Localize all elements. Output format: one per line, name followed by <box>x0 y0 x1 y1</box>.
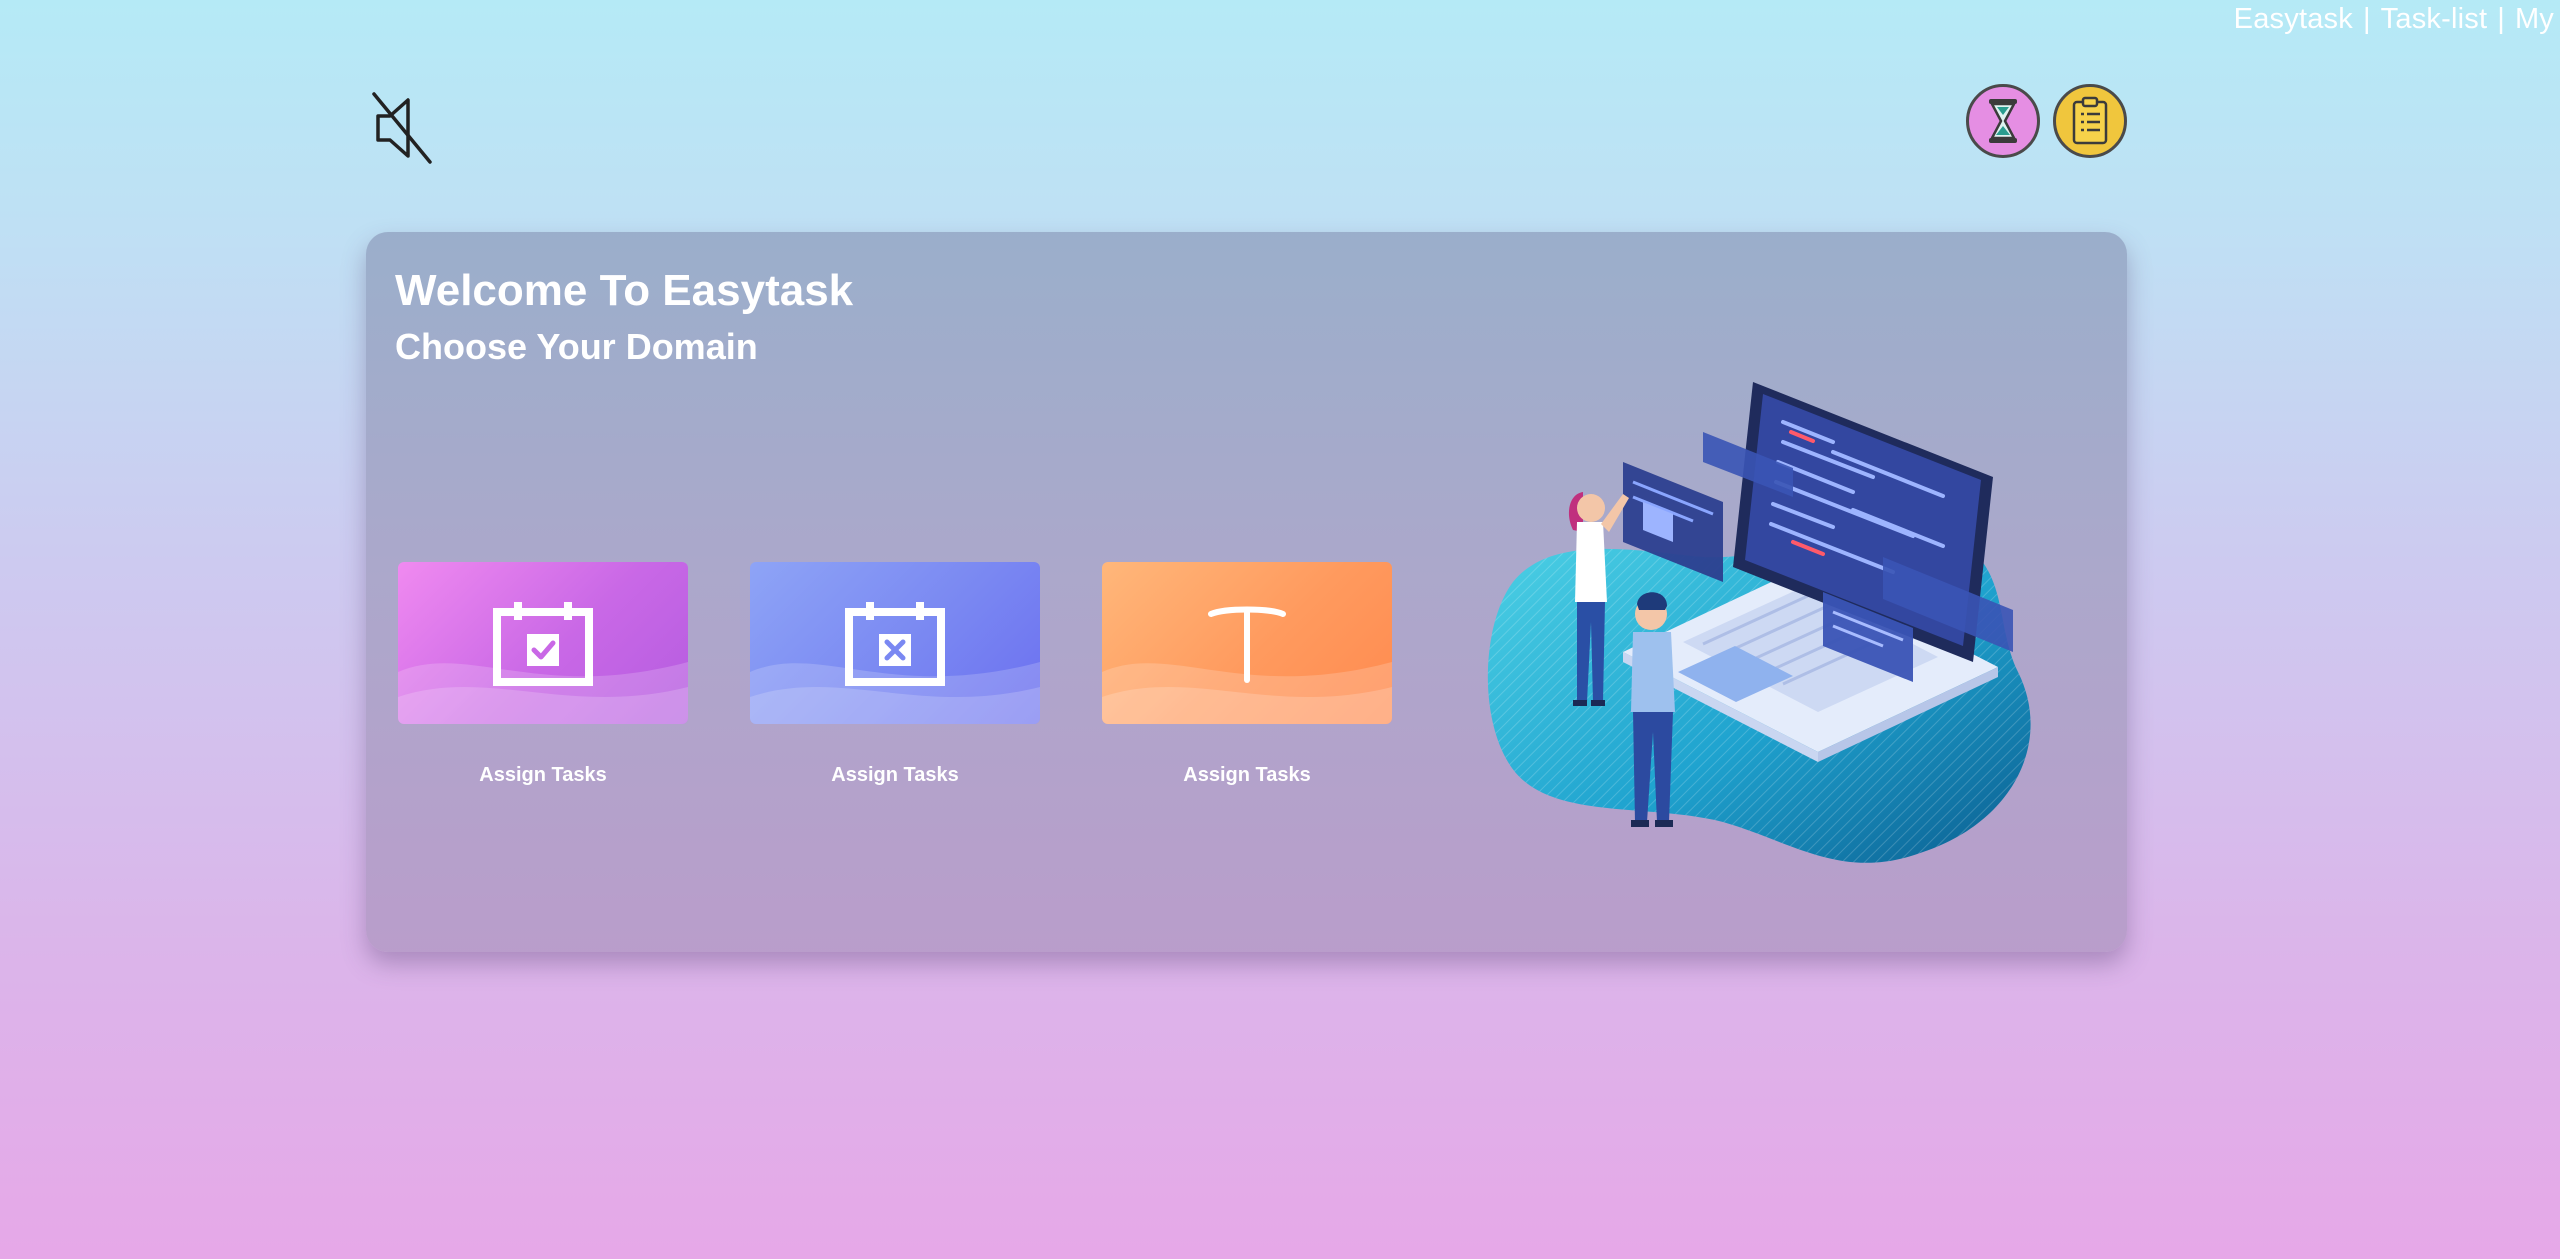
assign-tasks-label[interactable]: Assign Tasks <box>398 764 688 787</box>
domain-option-1[interactable]: Assign Tasks <box>398 562 688 787</box>
domain-tile-3[interactable] <box>1102 562 1392 724</box>
clipboard-icon <box>2072 96 2108 145</box>
nav-separator: | <box>2362 3 2371 35</box>
nav-link-task-list[interactable]: Task-list <box>2381 3 2488 35</box>
domain-tile-2[interactable] <box>750 562 1040 724</box>
domain-card: Welcome To Easytask Choose Your Domain A… <box>366 232 2127 952</box>
domain-option-2[interactable]: Assign Tasks <box>750 562 1040 787</box>
calendar-check-icon <box>493 602 593 686</box>
tasklist-button[interactable] <box>2053 84 2127 158</box>
top-nav: Easytask | Task-list | My <box>2234 3 2554 36</box>
domain-tile-1[interactable] <box>398 562 688 724</box>
laptop-workers-illustration <box>1473 382 2073 902</box>
assign-tasks-label[interactable]: Assign Tasks <box>750 764 1040 787</box>
welcome-title: Welcome To Easytask <box>395 266 854 315</box>
calendar-cross-icon <box>845 602 945 686</box>
nav-link-my[interactable]: My <box>2515 3 2554 35</box>
text-t-icon <box>1208 606 1286 683</box>
timer-button[interactable] <box>1966 84 2040 158</box>
assign-tasks-label[interactable]: Assign Tasks <box>1102 764 1392 787</box>
hourglass-icon <box>1989 99 2017 143</box>
nav-separator: | <box>2497 3 2505 35</box>
speaker-muted-icon[interactable] <box>370 90 436 166</box>
nav-link-easytask[interactable]: Easytask <box>2234 3 2353 35</box>
domain-option-3[interactable]: Assign Tasks <box>1102 562 1392 787</box>
choose-domain-subtitle: Choose Your Domain <box>395 326 758 367</box>
